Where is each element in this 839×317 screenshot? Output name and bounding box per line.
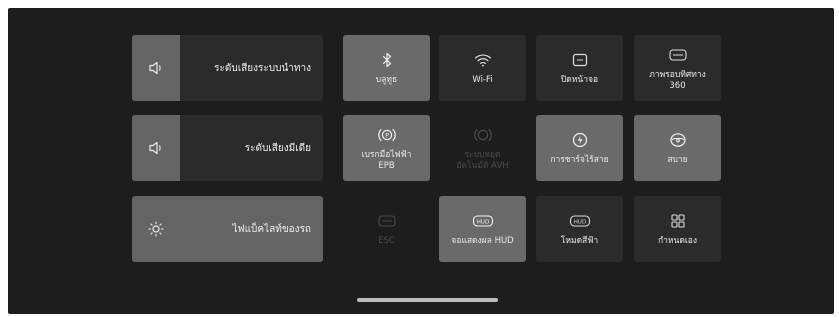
esc-toggle[interactable]: ESC [343,196,430,262]
home-indicator[interactable] [357,298,498,302]
bluetooth-icon [381,50,393,70]
speaker-icon [132,115,180,181]
wifi-label: Wi-Fi [472,75,493,85]
svg-text:HUD: HUD [476,220,488,226]
wireless-charging-toggle[interactable]: การชาร์จไร้สาย [536,115,623,181]
view-360-toggle[interactable]: ภาพรอบทิศทาง 360 [634,35,721,101]
wireless-charging-label: การชาร์จไร้สาย [550,155,609,165]
avh-toggle[interactable]: ระบบหยุด อัตโนมัติ AVH [439,115,526,181]
esc-icon [377,211,397,231]
screen-off-icon [572,50,588,70]
customize-label: กำหนดเอง [657,236,697,246]
bluetooth-toggle[interactable]: บลูทูธ [343,35,430,101]
auto-hold-icon [473,125,492,145]
hud-label: จอแสดงผล HUD [451,236,514,246]
view-360-label: ภาพรอบทิศทาง [649,69,706,80]
navigation-volume-slider[interactable]: ระดับเสียงระบบนำทาง [132,35,323,101]
navigation-volume-label: ระดับเสียงระบบนำทาง [214,62,311,74]
svg-text:P: P [385,132,389,139]
ambient-light-label: ไฟแบ็คไลท์ของรถ [232,223,312,235]
epb-label-2: EPB [378,160,395,171]
bluetooth-label: บลูทูธ [375,75,398,85]
svg-text:HUD: HUD [573,220,585,226]
ambient-light-slider[interactable]: ไฟแบ็คไลท์ของรถ [132,196,323,262]
sky-mode-label: โหมดสีฟ้า [560,236,599,246]
brightness-icon [132,196,180,262]
screen-off-toggle[interactable]: ปิดหน้าจอ [536,35,623,101]
wifi-toggle[interactable]: Wi-Fi [439,35,526,101]
customize-button[interactable]: กำหนดเอง [634,196,721,262]
screen-off-label: ปิดหน้าจอ [560,75,599,85]
hud-icon: HUD [472,211,494,231]
esc-label: ESC [378,236,395,246]
view-360-label-2: 360 [669,80,686,91]
comfort-label: สบาย [667,155,688,165]
steering-icon [669,130,687,150]
epb-toggle[interactable]: P เบรกมือไฟฟ้า EPB [343,115,430,181]
comfort-toggle[interactable]: สบาย [634,115,721,181]
avh-label: ระบบหยุด [464,149,501,160]
wireless-charging-icon [572,130,588,150]
epb-label: เบรกมือไฟฟ้า [361,149,412,160]
media-volume-label: ระดับเสียงมีเดีย [244,142,311,154]
hud-icon: HUD [569,211,591,231]
camera-360-icon [668,45,688,65]
sky-mode-toggle[interactable]: HUD โหมดสีฟ้า [536,196,623,262]
hud-toggle[interactable]: HUD จอแสดงผล HUD [439,196,526,262]
quick-settings-panel: ระดับเสียงระบบนำทาง ระดับเสียงมีเดีย ไฟแ… [8,8,834,314]
grid-icon [670,211,685,231]
media-volume-slider[interactable]: ระดับเสียงมีเดีย [132,115,323,181]
speaker-icon [132,35,180,101]
parking-brake-icon: P [377,125,396,145]
avh-label-2: อัตโนมัติ AVH [456,160,509,171]
wifi-icon [474,50,492,70]
